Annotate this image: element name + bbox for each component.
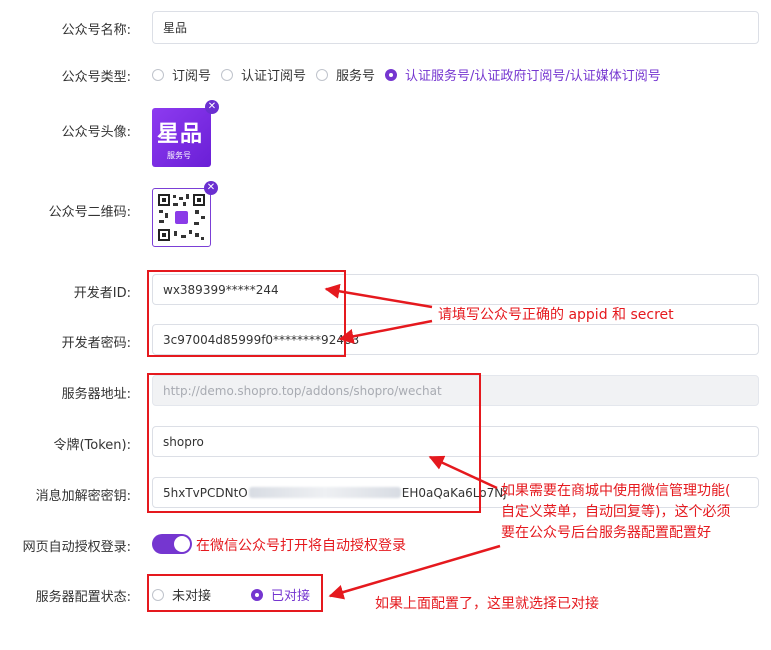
radio-label: 认证订阅号 (241, 69, 307, 84)
qrcode-thumbnail[interactable]: ✕ (152, 181, 218, 247)
token-label: 令牌(Token): (53, 438, 131, 453)
aes-key-label: 消息加解密密钥: (35, 489, 131, 504)
type-label: 公众号类型: (61, 70, 131, 85)
type-radio-group: 订阅号 认证订阅号 服务号 认证服务号/认证政府订阅号/认证媒体订阅号 (152, 65, 671, 84)
radio-dot (152, 68, 164, 81)
annotation-login: 在微信公众号打开将自动授权登录 (196, 538, 406, 554)
radio-dot (316, 68, 329, 81)
qrcode-image (157, 193, 206, 242)
avatar-logo-text: 星品 (157, 122, 204, 147)
radio-dot (221, 68, 234, 81)
remove-avatar-icon[interactable]: ✕ (205, 100, 219, 114)
name-input[interactable]: 星品 (152, 11, 759, 44)
annotation-status: 如果上面配置了，这里就选择已对接 (375, 596, 599, 612)
remove-qrcode-icon[interactable]: ✕ (204, 181, 218, 195)
annotation-server-line1: 如果需要在商城中使用微信管理功能( (501, 483, 731, 499)
server-url-label: 服务器地址: (61, 387, 131, 402)
server-status-label: 服务器配置状态: (35, 590, 131, 605)
highlight-box-server (147, 373, 481, 513)
toggle-knob (174, 536, 190, 552)
auto-login-toggle[interactable] (152, 534, 192, 554)
annotation-appid: 请填写公众号正确的 appid 和 secret (438, 307, 674, 323)
type-radio-service[interactable]: 服务号 (316, 65, 375, 84)
type-radio-verified-subscription[interactable]: 认证订阅号 (221, 65, 306, 84)
annotation-server-line3: 要在公众号后台服务器配置配置好 (501, 525, 711, 541)
avatar-thumbnail[interactable]: 星品 服务号 ✕ (152, 100, 219, 167)
radio-label: 订阅号 (172, 69, 212, 84)
avatar-logo-sub: 服务号 (167, 151, 191, 160)
radio-label: 认证服务号/认证政府订阅号/认证媒体订阅号 (405, 69, 661, 84)
name-label: 公众号名称: (61, 23, 131, 38)
annotation-server-line2: 自定义菜单，自动回复等)，这个必须 (501, 504, 731, 520)
highlight-box-credentials (147, 270, 346, 357)
type-radio-subscription[interactable]: 订阅号 (152, 65, 211, 84)
auto-login-label: 网页自动授权登录: (22, 540, 131, 555)
app-id-label: 开发者ID: (73, 286, 131, 301)
avatar-label: 公众号头像: (61, 125, 131, 140)
radio-dot (385, 68, 398, 81)
app-secret-label: 开发者密码: (61, 336, 131, 351)
type-radio-verified-service[interactable]: 认证服务号/认证政府订阅号/认证媒体订阅号 (385, 65, 661, 84)
highlight-box-status (147, 574, 323, 612)
qrcode-label: 公众号二维码: (48, 205, 131, 220)
radio-label: 服务号 (336, 69, 376, 84)
